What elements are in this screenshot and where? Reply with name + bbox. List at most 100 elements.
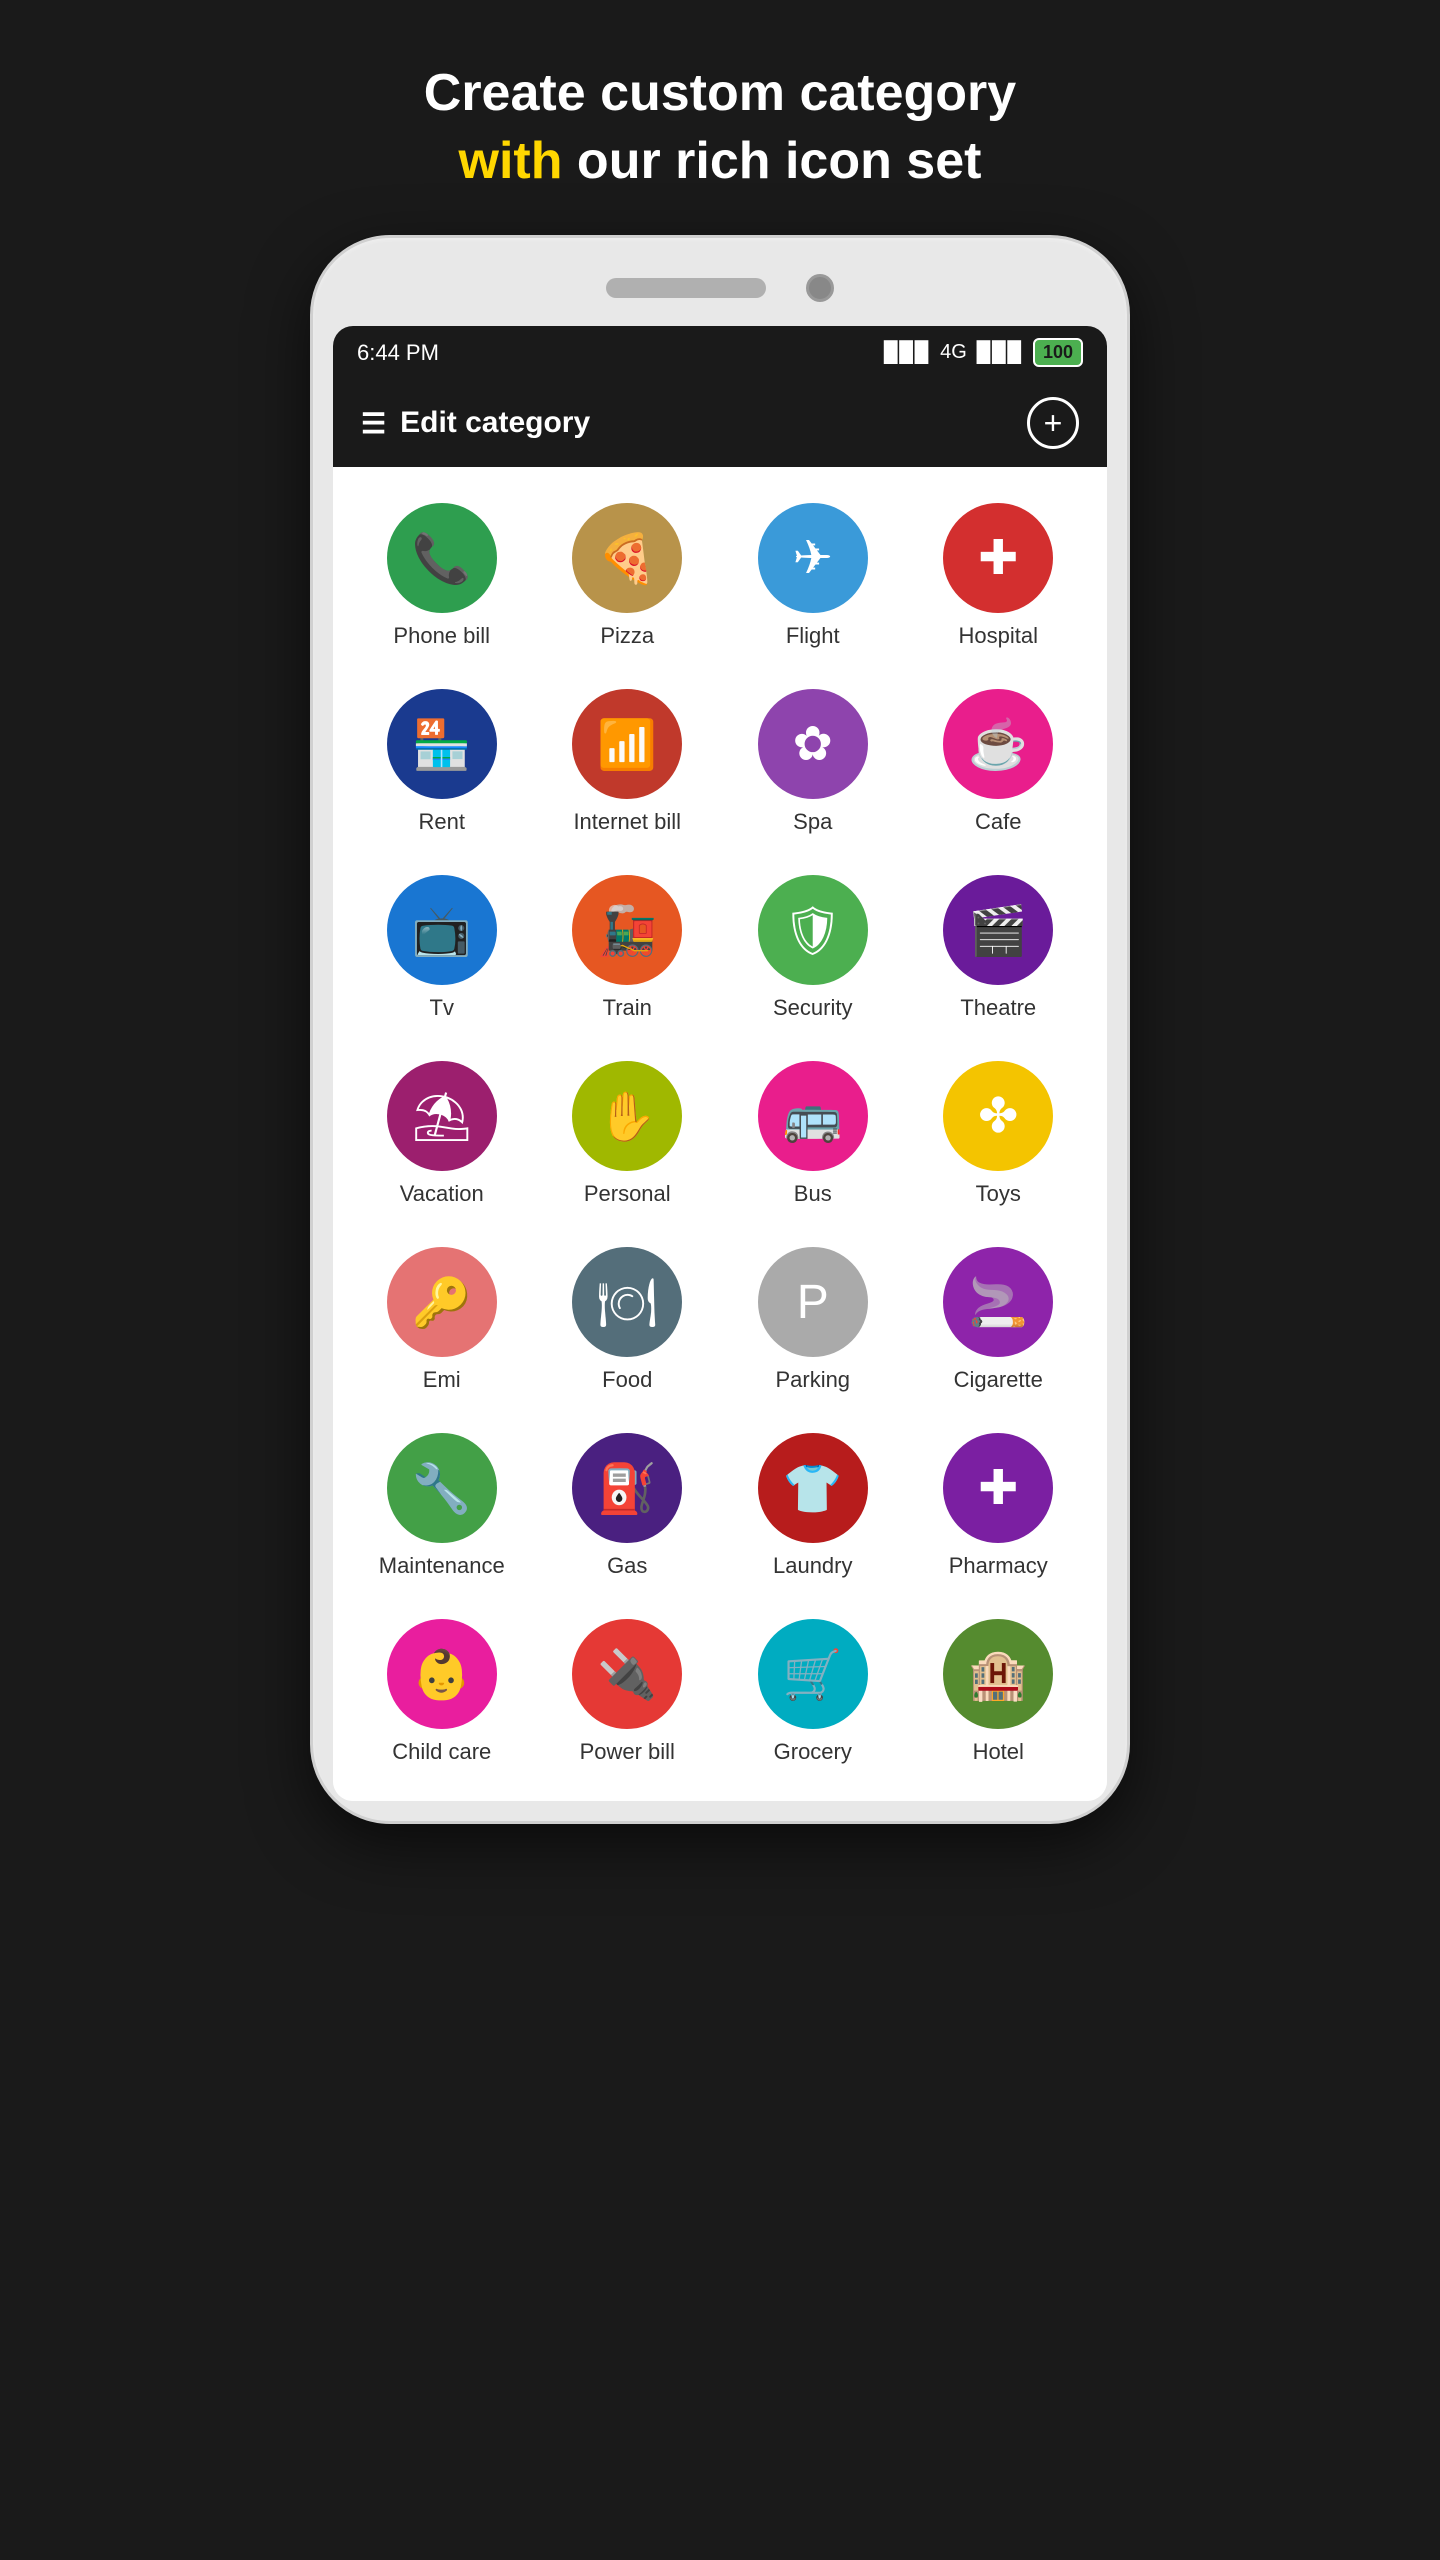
category-item[interactable]: 👶 Child care <box>353 1603 531 1781</box>
category-label: Train <box>603 995 652 1021</box>
category-icon-circle: 📶 <box>572 689 682 799</box>
category-icon-circle: ✿ <box>758 689 868 799</box>
category-icon-circle: 🚬 <box>943 1247 1053 1357</box>
category-item[interactable]: 🚂 Train <box>539 859 717 1037</box>
category-icon-circle: ✚ <box>943 503 1053 613</box>
category-icon-circle: 🛡 <box>758 875 868 985</box>
category-item[interactable]: 🚌 Bus <box>724 1045 902 1223</box>
category-icon-circle: ⛱ <box>387 1061 497 1171</box>
categories-grid: 📞 Phone bill 🍕 Pizza ✈ Flight ✚ Hospital 🏪 Rent 📶 I… <box>333 467 1107 1801</box>
category-label: Bus <box>794 1181 832 1207</box>
header-line1: Create custom category <box>424 64 1016 122</box>
category-label: Tv <box>430 995 454 1021</box>
category-label: Pizza <box>600 623 654 649</box>
signal-icon2: ▉▉▉ <box>977 340 1023 365</box>
category-item[interactable]: 🎬 Theatre <box>910 859 1088 1037</box>
category-item[interactable]: ✋ Personal <box>539 1045 717 1223</box>
category-label: Rent <box>419 809 465 835</box>
app-bar-title: Edit category <box>400 406 590 440</box>
category-icon-circle: ✋ <box>572 1061 682 1171</box>
category-item[interactable]: ✿ Spa <box>724 673 902 851</box>
category-item[interactable]: 🏪 Rent <box>353 673 531 851</box>
category-icon-circle: ⛽ <box>572 1433 682 1543</box>
category-label: Cigarette <box>954 1367 1043 1393</box>
category-item[interactable]: 🏨 Hotel <box>910 1603 1088 1781</box>
category-icon-circle: ☕ <box>943 689 1053 799</box>
hamburger-icon[interactable]: ☰ <box>361 407 386 440</box>
category-icon-circle: 👶 <box>387 1619 497 1729</box>
category-icon-circle: 🏨 <box>943 1619 1053 1729</box>
category-icon-circle: ✤ <box>943 1061 1053 1171</box>
status-right: ▉▉▉ 4G ▉▉▉ 100 <box>884 338 1083 367</box>
phone-device: 6:44 PM ▉▉▉ 4G ▉▉▉ 100 ☰ Edit category +… <box>310 235 1130 1824</box>
category-item[interactable]: 🔑 Emi <box>353 1231 531 1409</box>
category-label: Power bill <box>580 1739 675 1765</box>
category-icon-circle: 🚌 <box>758 1061 868 1171</box>
header-section: Create custom category with our rich ico… <box>344 0 1096 235</box>
category-icon-circle: 👕 <box>758 1433 868 1543</box>
category-icon-circle: ✈ <box>758 503 868 613</box>
header-with: with <box>459 132 563 190</box>
category-label: Hospital <box>959 623 1038 649</box>
category-icon-circle: 🍽 <box>572 1247 682 1357</box>
category-label: Cafe <box>975 809 1021 835</box>
category-icon-circle: 📺 <box>387 875 497 985</box>
category-item[interactable]: 📞 Phone bill <box>353 487 531 665</box>
category-item[interactable]: 🛡Security <box>724 859 902 1037</box>
category-item[interactable]: ✤ Toys <box>910 1045 1088 1223</box>
category-icon-circle: 📞 <box>387 503 497 613</box>
category-icon-circle: ✚ <box>943 1433 1053 1543</box>
category-icon-circle: 🏪 <box>387 689 497 799</box>
status-bar: 6:44 PM ▉▉▉ 4G ▉▉▉ 100 <box>333 326 1107 379</box>
phone-camera <box>806 274 834 302</box>
category-label: Spa <box>793 809 832 835</box>
header-line2: our rich icon set <box>562 132 981 190</box>
category-icon-circle: 🔑 <box>387 1247 497 1357</box>
signal-icon: ▉▉▉ <box>884 340 930 365</box>
category-icon-circle: P <box>758 1247 868 1357</box>
category-label: Theatre <box>960 995 1036 1021</box>
category-item[interactable]: 🚬 Cigarette <box>910 1231 1088 1409</box>
phone-screen: 6:44 PM ▉▉▉ 4G ▉▉▉ 100 ☰ Edit category +… <box>333 326 1107 1801</box>
category-item[interactable]: 📺 Tv <box>353 859 531 1037</box>
category-item[interactable]: 📶 Internet bill <box>539 673 717 851</box>
category-item[interactable]: ⛱Vacation <box>353 1045 531 1223</box>
category-item[interactable]: ✚ Pharmacy <box>910 1417 1088 1595</box>
category-icon-circle: 🛒 <box>758 1619 868 1729</box>
category-label: Maintenance <box>379 1553 505 1579</box>
header-title: Create custom category with our rich ico… <box>344 0 1096 235</box>
category-item[interactable]: 👕Laundry <box>724 1417 902 1595</box>
category-icon-circle: 🎬 <box>943 875 1053 985</box>
category-item[interactable]: ⛽ Gas <box>539 1417 717 1595</box>
category-item[interactable]: ☕ Cafe <box>910 673 1088 851</box>
category-item[interactable]: 🛒 Grocery <box>724 1603 902 1781</box>
category-item[interactable]: ✈ Flight <box>724 487 902 665</box>
app-bar-left: ☰ Edit category <box>361 406 590 440</box>
category-label: Pharmacy <box>949 1553 1048 1579</box>
category-icon-circle: 🍕 <box>572 503 682 613</box>
category-label: Toys <box>976 1181 1021 1207</box>
category-label: Flight <box>786 623 840 649</box>
category-icon-circle: 🚂 <box>572 875 682 985</box>
add-category-button[interactable]: + <box>1027 397 1079 449</box>
category-item[interactable]: 🔧Maintenance <box>353 1417 531 1595</box>
category-item[interactable]: PParking <box>724 1231 902 1409</box>
category-label: Phone bill <box>393 623 490 649</box>
category-item[interactable]: 🍕 Pizza <box>539 487 717 665</box>
category-label: Internet bill <box>573 809 681 835</box>
category-item[interactable]: 🔌 Power bill <box>539 1603 717 1781</box>
category-label: Gas <box>607 1553 647 1579</box>
category-label: Emi <box>423 1367 461 1393</box>
status-time: 6:44 PM <box>357 340 439 366</box>
category-label: Child care <box>392 1739 491 1765</box>
category-item[interactable]: ✚ Hospital <box>910 487 1088 665</box>
app-bar: ☰ Edit category + <box>333 379 1107 467</box>
category-label: Personal <box>584 1181 671 1207</box>
category-icon-circle: 🔌 <box>572 1619 682 1729</box>
battery-indicator: 100 <box>1033 338 1083 367</box>
category-label: Grocery <box>774 1739 852 1765</box>
category-item[interactable]: 🍽Food <box>539 1231 717 1409</box>
network-type: 4G <box>940 341 967 364</box>
category-label: Hotel <box>973 1739 1024 1765</box>
phone-top <box>333 258 1107 318</box>
